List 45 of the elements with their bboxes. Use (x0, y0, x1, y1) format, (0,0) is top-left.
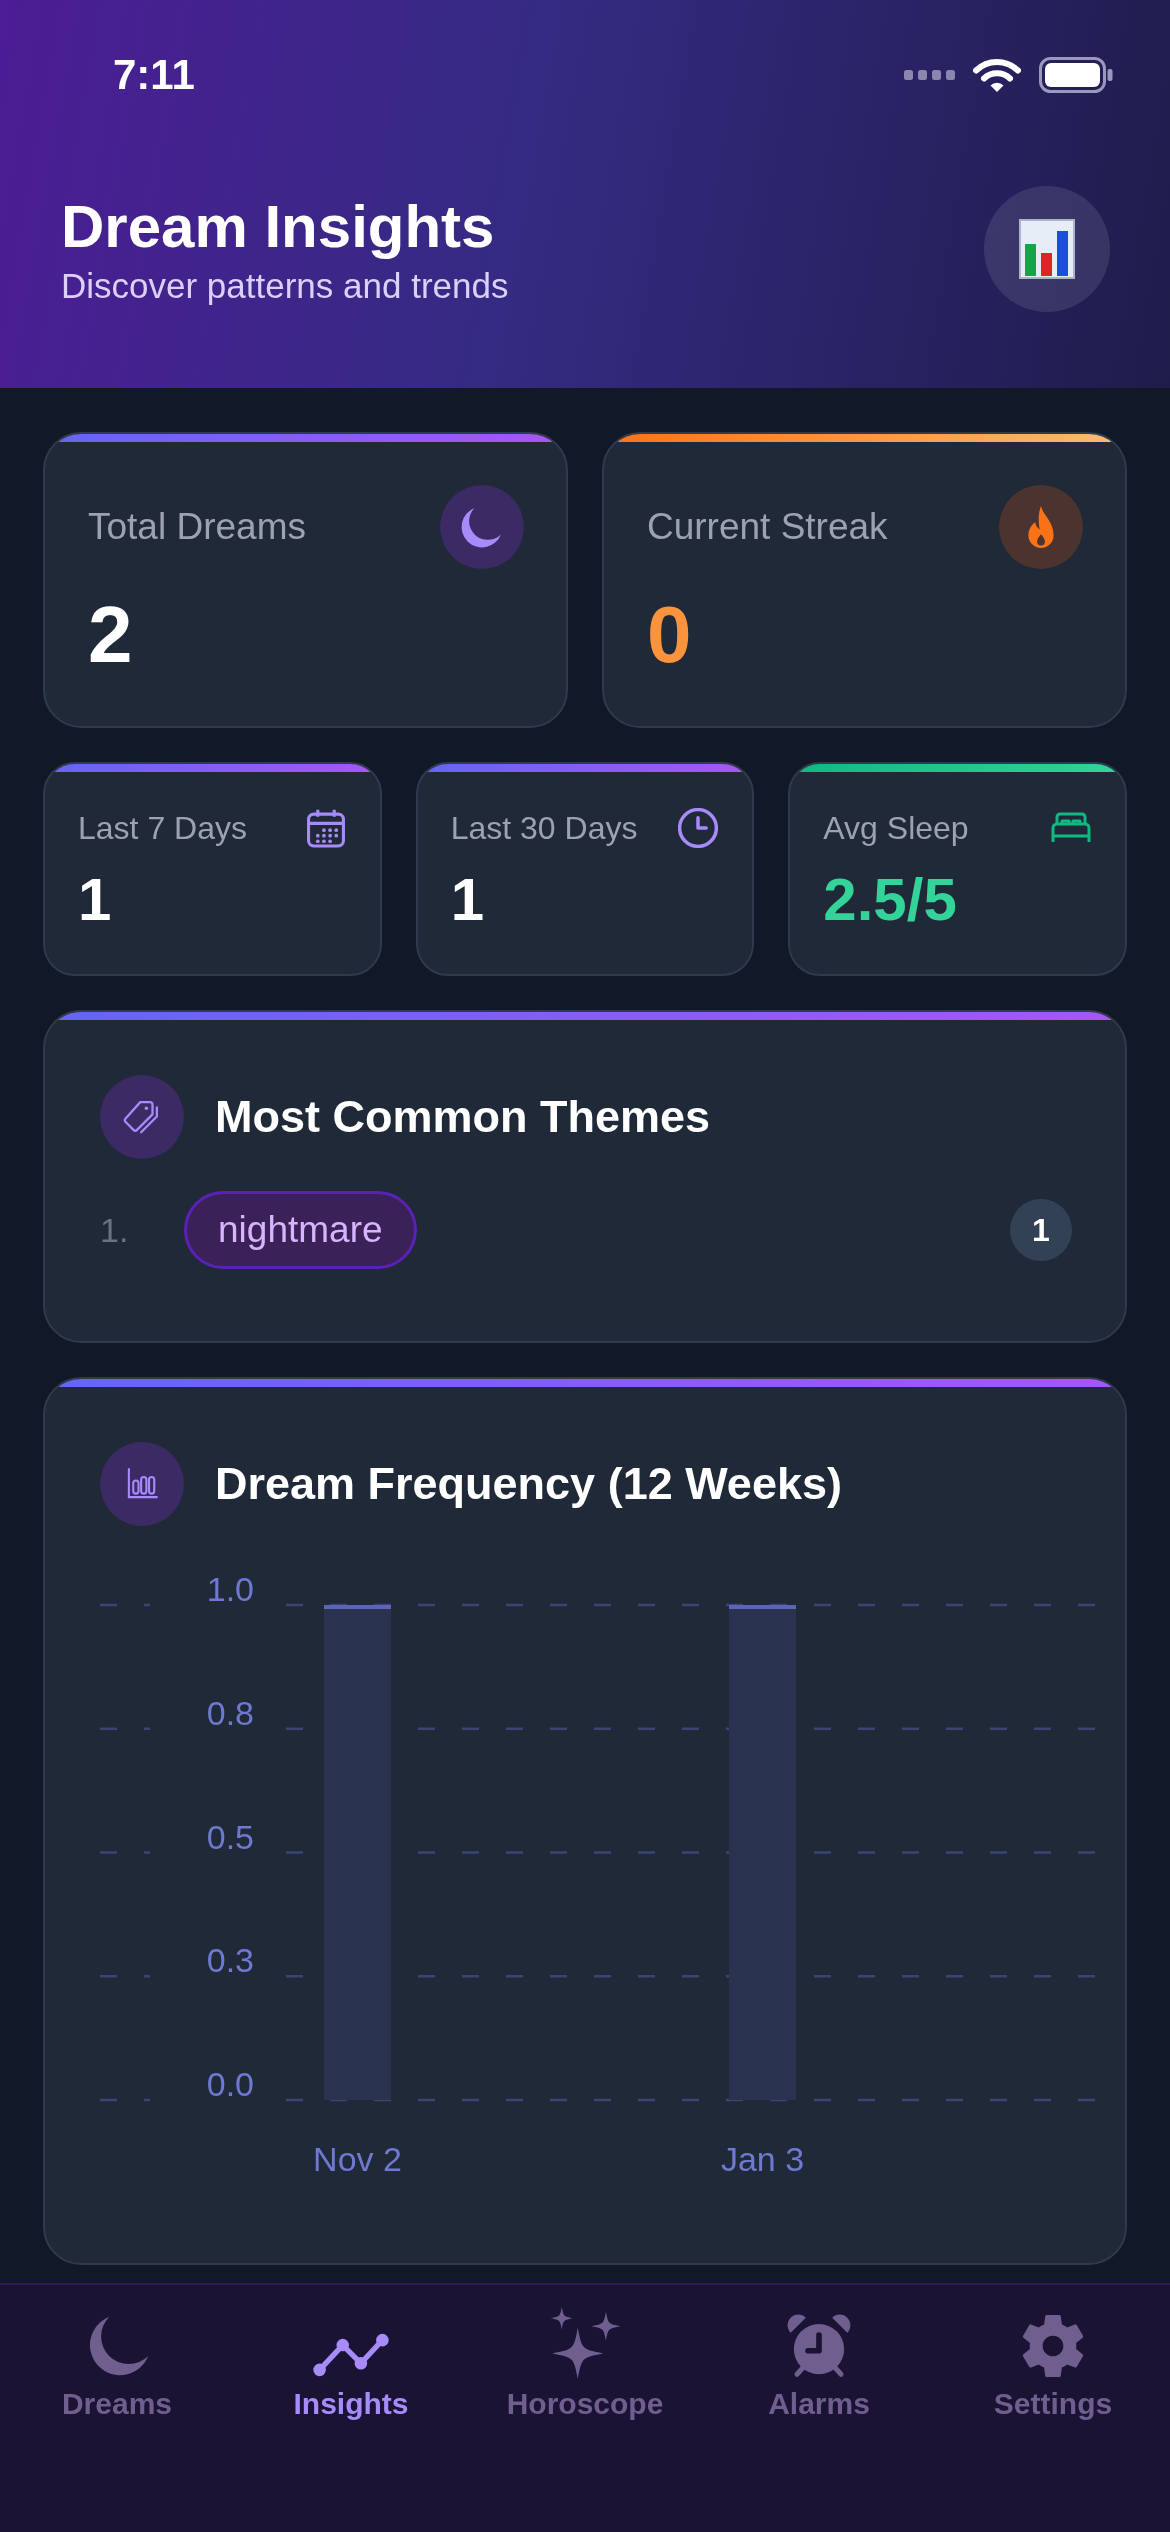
axis-tick-label: 0.0 (206, 2065, 254, 2103)
sparkles-icon (549, 2307, 621, 2379)
settings-icon (1020, 2313, 1086, 2379)
theme-count: 1 (1010, 1199, 1072, 1261)
stat-value: 1 (78, 868, 112, 932)
clock-icon (678, 808, 719, 848)
bar-chart-icon (100, 1442, 184, 1526)
stat-value: 2 (88, 595, 133, 675)
line-chart-icon (313, 2331, 389, 2379)
moon-icon (440, 485, 524, 569)
tab[interactable]: Horoscope (506, 2285, 664, 2435)
flame-icon (999, 485, 1083, 569)
page-title: Dream Insights (61, 191, 496, 261)
tab[interactable]: Alarms (768, 2285, 870, 2435)
bed-icon (1051, 811, 1091, 845)
page-subtitle: Discover patterns and trends (61, 264, 509, 307)
wifi-icon (973, 58, 1021, 92)
theme-rank: 1. (100, 1210, 130, 1250)
stat-label: Avg Sleep (823, 809, 969, 847)
bar-chart-icon (984, 186, 1110, 312)
battery-icon (1039, 57, 1113, 93)
axis-tick-label: 0.8 (206, 1693, 254, 1732)
stat-value: 0 (647, 595, 692, 675)
axis-category-label: Nov 2 (313, 2140, 402, 2178)
axis-tick-label: 0.3 (206, 1941, 254, 1980)
tag-icon (100, 1075, 184, 1159)
stat-label: Last 7 Days (78, 809, 247, 847)
signal-icon (904, 70, 955, 80)
status-time: 7:11 (113, 51, 195, 99)
stat-label: Current Streak (647, 506, 888, 548)
card-title: Dream Frequency (12 Weeks) (215, 1458, 842, 1510)
tab[interactable]: Dreams (61, 2285, 173, 2435)
card-title: Most Common Themes (215, 1091, 711, 1143)
alarm-clock-icon (786, 2313, 852, 2379)
tab[interactable]: Settings (993, 2285, 1113, 2435)
stat-label: Total Dreams (88, 506, 306, 548)
stat-value: 2.5/5 (823, 868, 957, 932)
tab[interactable]: Insights (293, 2285, 409, 2435)
calendar-icon (305, 808, 346, 848)
stat-value: 1 (450, 868, 485, 932)
axis-tick-label: 1.0 (206, 1570, 254, 1608)
stat-label: Last 30 Days (450, 809, 638, 847)
axis-tick-label: 0.5 (206, 1817, 254, 1856)
theme-tag: nightmare (184, 1191, 417, 1269)
axis-category-label: Jan 3 (720, 2140, 805, 2178)
